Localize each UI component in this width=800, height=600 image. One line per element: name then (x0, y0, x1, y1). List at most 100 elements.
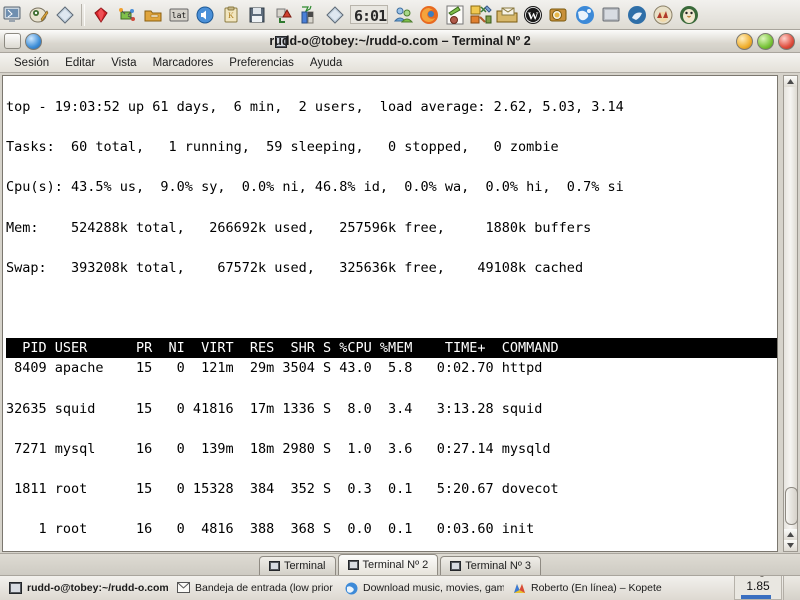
taskbar-item-browser[interactable]: Download music, movies, gam (339, 579, 504, 598)
window-right-controls (736, 32, 795, 50)
globe-icon[interactable] (574, 4, 596, 26)
wolf-icon[interactable] (626, 4, 648, 26)
window-left-controls (0, 32, 42, 50)
minimize-button[interactable] (736, 32, 753, 50)
table-row: 32635 squid 15 0 41816 17m 1336 S 8.0 3.… (6, 400, 543, 417)
contacts-icon[interactable] (392, 4, 414, 26)
top-header-line: Cpu(s): 43.5% us, 9.0% sy, 0.0% ni, 46.8… (6, 179, 624, 196)
top-header-line: Mem: 524288k total, 266692k used, 257596… (6, 219, 592, 236)
tab-terminal-3[interactable]: Terminal Nº 3 (440, 556, 542, 575)
terminal-icon (9, 581, 22, 595)
top-header-line: top - 19:03:52 up 61 days, 6 min, 2 user… (6, 99, 624, 116)
taskbar-item-label: Bandeja de entrada (low prior (195, 582, 333, 594)
terminal-tabbar: Terminal Terminal Nº 2 Terminal Nº 3 (0, 553, 800, 575)
tab-terminal-2[interactable]: Terminal Nº 2 (337, 554, 439, 575)
load-widget-bar (741, 595, 771, 599)
top-panel: lat K 6:01 W (0, 0, 800, 30)
mail-icon (177, 581, 190, 595)
terminal-icon (268, 561, 280, 571)
screen-icon[interactable] (600, 4, 622, 26)
table-row: 7271 mysql 16 0 139m 18m 2980 S 1.0 3.6 … (6, 440, 551, 457)
menu-item-marcadores[interactable]: Marcadores (145, 56, 222, 70)
scroll-up-icon[interactable] (784, 76, 797, 87)
update-icon[interactable] (272, 4, 294, 26)
menu-item-ayuda[interactable]: Ayuda (302, 56, 350, 70)
panel-app-launchers: W (390, 0, 702, 30)
terminal-window: rudd-o@tobey:~/rudd-o.com – Terminal Nº … (0, 30, 800, 575)
tab-terminal[interactable]: Terminal (258, 556, 336, 575)
taskbar-corner-handle[interactable] (783, 576, 800, 600)
terminal-area: top - 19:03:52 up 61 days, 6 min, 2 user… (0, 73, 800, 556)
panel-launchers (0, 0, 78, 30)
notes-icon[interactable] (28, 4, 50, 26)
kopete-icon (513, 582, 526, 595)
folder-mail-icon[interactable] (496, 4, 518, 26)
terminal-scrollbar[interactable] (783, 75, 798, 552)
scroll-up-small-icon[interactable] (784, 529, 797, 540)
tab-label: Terminal Nº 2 (362, 559, 429, 571)
diamond-icon[interactable] (54, 4, 76, 26)
firefox-icon[interactable] (418, 4, 440, 26)
save-icon[interactable] (246, 4, 268, 26)
system-tray: lat K (88, 0, 348, 30)
tools-icon[interactable] (470, 4, 492, 26)
tab-label: Terminal (283, 560, 326, 572)
close-button[interactable] (778, 32, 795, 50)
menubar: Sesión Editar Vista Marcadores Preferenc… (0, 53, 800, 73)
top-header-line: Tasks: 60 total, 1 running, 59 sleeping,… (6, 139, 559, 156)
keyboard-layout-icon[interactable]: lat (168, 4, 190, 26)
sticky-button[interactable] (25, 32, 42, 50)
wordpress-icon[interactable]: W (522, 4, 544, 26)
svg-text:W: W (528, 10, 539, 22)
diamond-icon[interactable] (324, 4, 346, 26)
taskbar-item-mail[interactable]: Bandeja de entrada (low prior (171, 579, 336, 598)
monitor-icon[interactable] (2, 4, 24, 26)
menu-item-sesion[interactable]: Sesión (6, 56, 57, 70)
window-title: rudd-o@tobey:~/rudd-o.com – Terminal Nº … (269, 33, 531, 48)
monitor-graph-icon[interactable] (298, 4, 320, 26)
window-titlebar[interactable]: rudd-o@tobey:~/rudd-o.com – Terminal Nº … (0, 30, 800, 53)
tab-label: Terminal Nº 3 (465, 560, 532, 572)
scrollbar-track[interactable] (784, 87, 798, 529)
panel-separator (81, 3, 85, 26)
klipper-icon[interactable]: K (220, 4, 242, 26)
menu-item-vista[interactable]: Vista (103, 56, 144, 70)
scrollbar-bottom-arrows (784, 529, 797, 551)
load-widget-value: 1.85 (746, 579, 770, 593)
terminal-icon (450, 561, 462, 571)
svg-text:K: K (228, 11, 234, 20)
menu-item-editar[interactable]: Editar (57, 56, 103, 70)
menu-item-preferencias[interactable]: Preferencias (221, 56, 302, 70)
folder-icon[interactable] (142, 4, 164, 26)
scrollbar-thumb[interactable] (785, 487, 798, 525)
volume-icon[interactable] (194, 4, 216, 26)
penguin-icon[interactable] (678, 4, 700, 26)
taskbar-item-kopete[interactable]: Roberto (En línea) – Kopete (507, 579, 668, 598)
process-column-header: PID USER PR NI VIRT RES SHR S %CPU %MEM … (6, 338, 777, 359)
taskbar-item-label: Roberto (En línea) – Kopete (531, 582, 662, 594)
globe-icon (345, 582, 358, 595)
maximize-button[interactable] (757, 32, 774, 50)
top-header-line: Swap: 393208k total, 67572k used, 325636… (6, 259, 584, 276)
terminal-viewport[interactable]: top - 19:03:52 up 61 days, 6 min, 2 user… (2, 75, 778, 552)
scroll-down-icon[interactable] (784, 540, 797, 551)
terminal-icon (347, 560, 359, 570)
desktop-screen: lat K 6:01 W rudd-o@tobey:~/rudd-o.com –… (0, 0, 800, 600)
photos-icon[interactable] (548, 4, 570, 26)
panel-clock[interactable]: 6:01 (350, 5, 388, 24)
table-row: 8409 apache 15 0 121m 29m 3504 S 43.0 5.… (6, 360, 543, 377)
terminal-icon (275, 35, 287, 48)
network-icon[interactable] (116, 4, 138, 26)
taskbar-item-terminal[interactable]: rudd-o@tobey:~/rudd-o.com (3, 579, 168, 598)
sunset-icon[interactable] (652, 4, 674, 26)
paint-icon[interactable] (444, 4, 466, 26)
terminal-text: top - 19:03:52 up 61 days, 6 min, 2 user… (3, 76, 777, 551)
taskbar-item-label: rudd-o@tobey:~/rudd-o.com (27, 582, 168, 594)
taskbar: rudd-o@tobey:~/rudd-o.com Bandeja de ent… (0, 575, 800, 600)
ruby-gem-icon[interactable] (90, 4, 112, 26)
table-row: 1 root 16 0 4816 388 368 S 0.0 0.1 0:03.… (6, 521, 535, 538)
shade-button[interactable] (4, 33, 21, 49)
load-average-widget[interactable]: Larga 1.85 (734, 576, 782, 600)
svg-text:lat: lat (172, 11, 187, 20)
